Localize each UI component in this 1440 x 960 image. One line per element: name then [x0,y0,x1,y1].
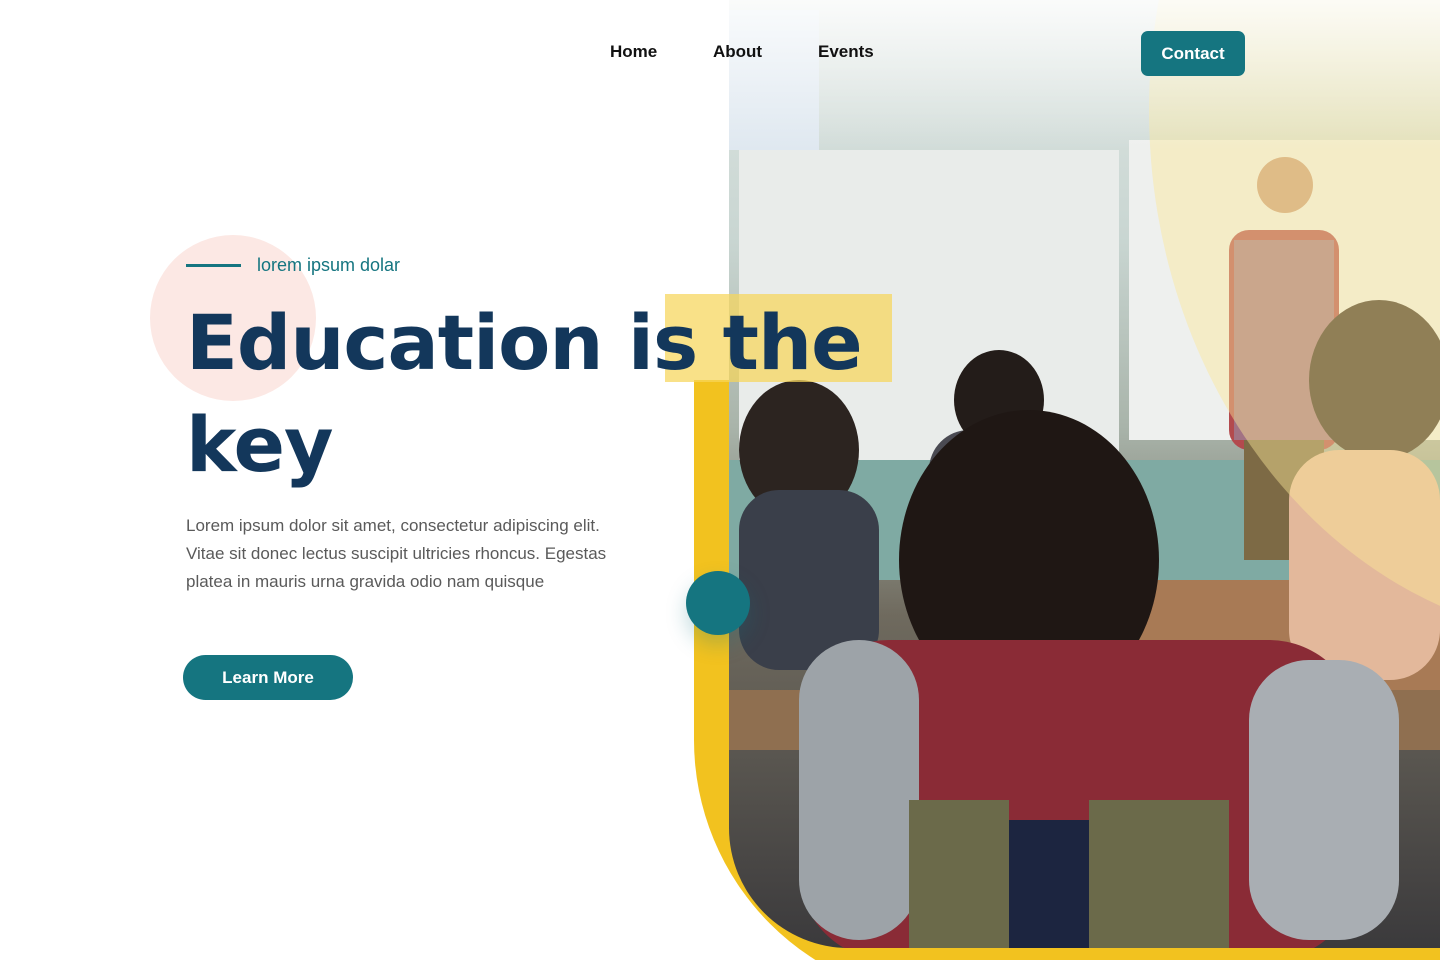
hero-headline: Education is the key [186,298,863,489]
nav-link-about[interactable]: About [713,42,762,62]
learn-more-button[interactable]: Learn More [183,655,353,700]
hero-description: Lorem ipsum dolor sit amet, consectetur … [186,516,607,591]
landing-page: Home About Events Contact lorem ipsum do… [0,0,1440,960]
nav-link-home[interactable]: Home [610,42,657,62]
hero-eyebrow: lorem ipsum dolar [186,253,400,277]
contact-button[interactable]: Contact [1141,31,1245,76]
eyebrow-text: lorem ipsum dolar [257,254,401,275]
eyebrow-line [186,263,241,267]
top-navigation: Home About Events Contact [0,31,1440,76]
nav-link-events[interactable]: Events [818,42,874,62]
teal-decorative-dot [686,571,750,635]
